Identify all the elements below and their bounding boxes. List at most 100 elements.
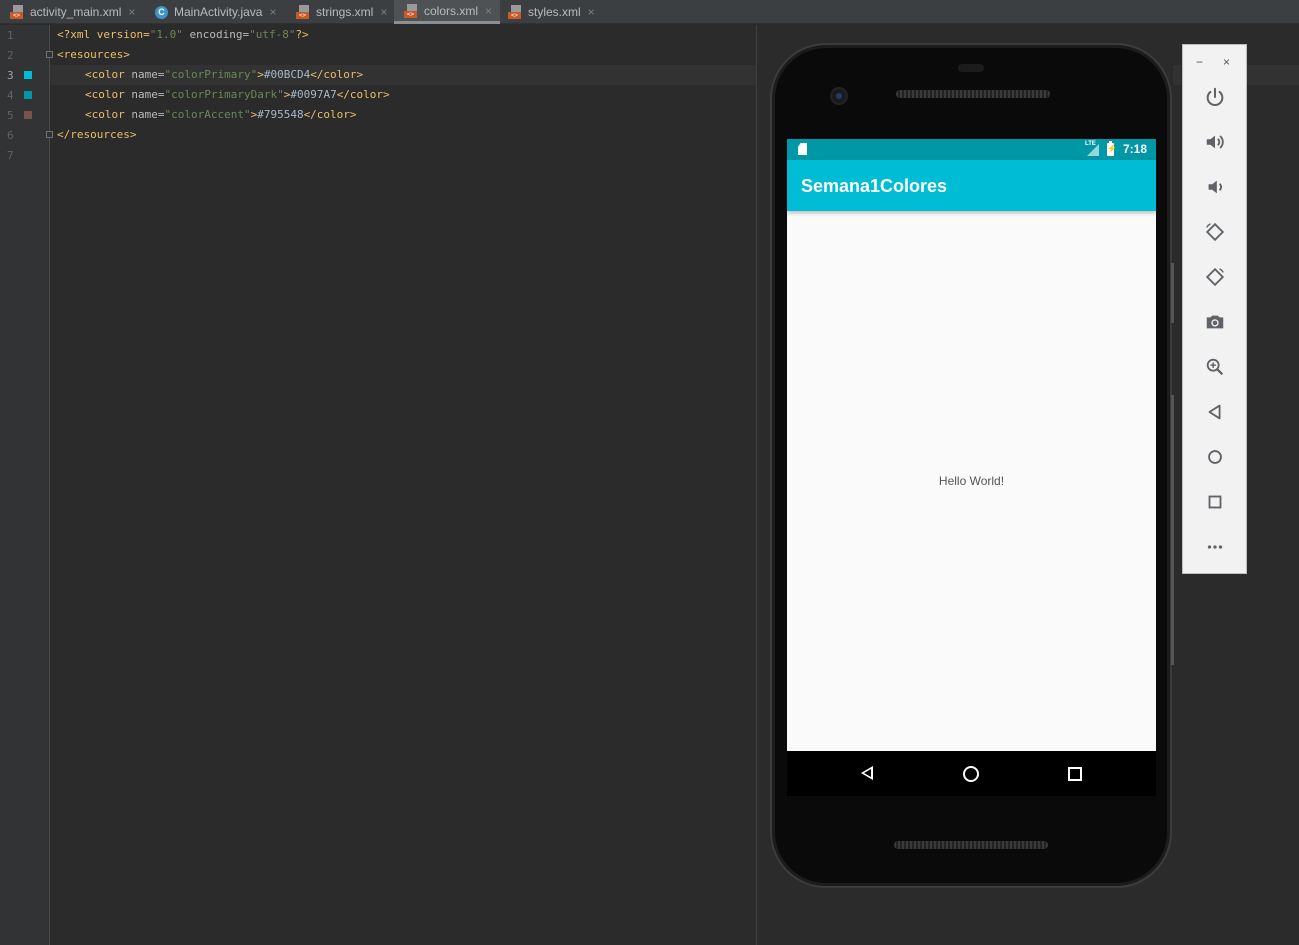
tab-label: styles.xml bbox=[528, 5, 581, 19]
app-toolbar: Semana1Colores bbox=[787, 160, 1156, 211]
rotate-right-button[interactable] bbox=[1203, 265, 1227, 289]
code-token: #0097A7 bbox=[290, 88, 337, 101]
rotate-right-icon bbox=[1205, 267, 1225, 287]
power-button[interactable] bbox=[1203, 85, 1227, 109]
close-icon[interactable]: × bbox=[269, 5, 276, 19]
power-icon bbox=[1206, 87, 1224, 106]
code-token: "utf-8" bbox=[249, 28, 296, 41]
device-screen[interactable]: LTE 7:18 Semana1Colores Hello World! bbox=[787, 139, 1156, 751]
fold-icon[interactable] bbox=[46, 131, 53, 138]
line-number: 4 bbox=[7, 89, 14, 102]
battery-charging-icon bbox=[1107, 141, 1117, 156]
code-token: ?> bbox=[295, 28, 309, 41]
close-icon[interactable]: × bbox=[588, 5, 595, 19]
zoom-button[interactable] bbox=[1203, 355, 1227, 379]
code-token: "1.0" bbox=[149, 28, 183, 41]
back-button[interactable] bbox=[1203, 400, 1227, 424]
color-swatch-accent[interactable] bbox=[24, 111, 32, 119]
code-token: </resources> bbox=[57, 128, 137, 141]
screenshot-button[interactable] bbox=[1203, 310, 1227, 334]
code-token: #00BCD4 bbox=[263, 68, 311, 81]
close-icon[interactable]: × bbox=[380, 5, 387, 19]
xml-file-icon: <> bbox=[404, 3, 419, 18]
code-line-1[interactable]: <?xml version="1.0" encoding="utf-8"?> bbox=[57, 28, 309, 41]
fold-icon[interactable] bbox=[46, 51, 53, 58]
volume-down-icon bbox=[1208, 180, 1222, 194]
volume-up-button[interactable] bbox=[1203, 130, 1227, 154]
tab-label: activity_main.xml bbox=[30, 5, 122, 19]
top-speaker bbox=[896, 90, 1050, 98]
line-number-current: 3 bbox=[7, 69, 14, 82]
nav-recents-icon[interactable] bbox=[1068, 767, 1082, 781]
status-bar: LTE 7:18 bbox=[787, 139, 1156, 160]
home-button[interactable] bbox=[1203, 445, 1227, 469]
minimize-button[interactable]: − bbox=[1196, 55, 1203, 69]
code-token: "colorPrimary" bbox=[164, 68, 258, 81]
color-swatch-primary[interactable] bbox=[24, 71, 32, 79]
home-icon bbox=[1208, 450, 1222, 464]
volume-down-button[interactable] bbox=[1203, 175, 1227, 199]
xml-file-icon: <> bbox=[10, 5, 25, 19]
tab-label: strings.xml bbox=[316, 5, 374, 19]
close-button[interactable]: × bbox=[1223, 55, 1230, 69]
java-class-icon: C bbox=[155, 5, 168, 19]
code-token: > bbox=[257, 68, 264, 81]
sd-card-icon bbox=[798, 143, 807, 155]
tab-activity-main-xml[interactable]: <> activity_main.xml × bbox=[0, 0, 135, 24]
right-margin-guide bbox=[756, 25, 757, 945]
line-number: 6 bbox=[7, 129, 14, 142]
code-line-6[interactable]: </resources> bbox=[57, 128, 136, 141]
code-token: <color bbox=[85, 68, 132, 81]
device-navigation-bar bbox=[787, 751, 1156, 796]
overview-button[interactable] bbox=[1203, 490, 1227, 514]
volume-up-icon bbox=[1206, 135, 1224, 149]
back-icon bbox=[1208, 404, 1221, 420]
status-time: 7:18 bbox=[1123, 142, 1148, 156]
close-icon[interactable]: × bbox=[485, 4, 492, 18]
code-token: </color> bbox=[336, 88, 390, 101]
network-type: LTE bbox=[1085, 141, 1096, 147]
code-token: </color> bbox=[310, 68, 364, 81]
code-line-3[interactable]: <color name="colorPrimary">#00BCD4</colo… bbox=[85, 68, 363, 81]
code-token: <?xml version= bbox=[57, 28, 150, 41]
rotate-left-icon bbox=[1205, 222, 1225, 242]
color-swatch-primary-dark[interactable] bbox=[24, 91, 32, 99]
tab-mainactivity-java[interactable]: C MainActivity.java × bbox=[145, 0, 277, 24]
code-token: "colorAccent" bbox=[164, 108, 251, 121]
tab-styles-xml[interactable]: <> styles.xml × bbox=[498, 0, 595, 24]
code-token: <resources> bbox=[57, 48, 130, 61]
rotate-left-button[interactable] bbox=[1203, 220, 1227, 244]
xml-file-icon: <> bbox=[508, 5, 523, 19]
line-number: 1 bbox=[7, 29, 14, 42]
code-token: #795548 bbox=[257, 108, 304, 121]
app-title: Semana1Colores bbox=[801, 176, 948, 196]
phone-power-key bbox=[1171, 263, 1174, 323]
tab-label: colors.xml bbox=[424, 3, 479, 18]
nav-back-icon[interactable] bbox=[861, 766, 873, 780]
code-token: "colorPrimaryDark" bbox=[164, 88, 284, 101]
editor-tab-bar: <> activity_main.xml × C MainActivity.ja… bbox=[0, 0, 1299, 24]
zoom-icon bbox=[1206, 358, 1224, 376]
tab-colors-xml[interactable]: <> colors.xml × bbox=[394, 0, 500, 24]
more-button[interactable] bbox=[1203, 535, 1227, 559]
proximity-sensor bbox=[958, 64, 984, 72]
line-number: 2 bbox=[7, 49, 14, 62]
code-token: encoding= bbox=[182, 28, 250, 41]
code-token: <color bbox=[85, 108, 132, 121]
front-camera-icon bbox=[832, 89, 846, 103]
close-icon[interactable]: × bbox=[128, 5, 135, 19]
tab-strings-xml[interactable]: <> strings.xml × bbox=[286, 0, 387, 24]
tab-label: MainActivity.java bbox=[174, 5, 263, 19]
code-token: name= bbox=[131, 88, 165, 101]
line-number-gutter: 1 2 3 4 5 6 7 bbox=[0, 25, 53, 945]
nav-home-icon[interactable] bbox=[963, 766, 979, 782]
code-line-2[interactable]: <resources> bbox=[57, 48, 130, 61]
xml-file-icon: <> bbox=[296, 5, 311, 19]
code-line-5[interactable]: <color name="colorAccent">#795548</color… bbox=[85, 108, 357, 121]
code-line-4[interactable]: <color name="colorPrimaryDark">#0097A7</… bbox=[85, 88, 390, 101]
hello-world-text: Hello World! bbox=[938, 474, 1005, 488]
line-number: 5 bbox=[7, 109, 14, 122]
phone-volume-key bbox=[1171, 395, 1174, 665]
code-token: name= bbox=[131, 108, 165, 121]
bottom-speaker bbox=[894, 841, 1048, 849]
